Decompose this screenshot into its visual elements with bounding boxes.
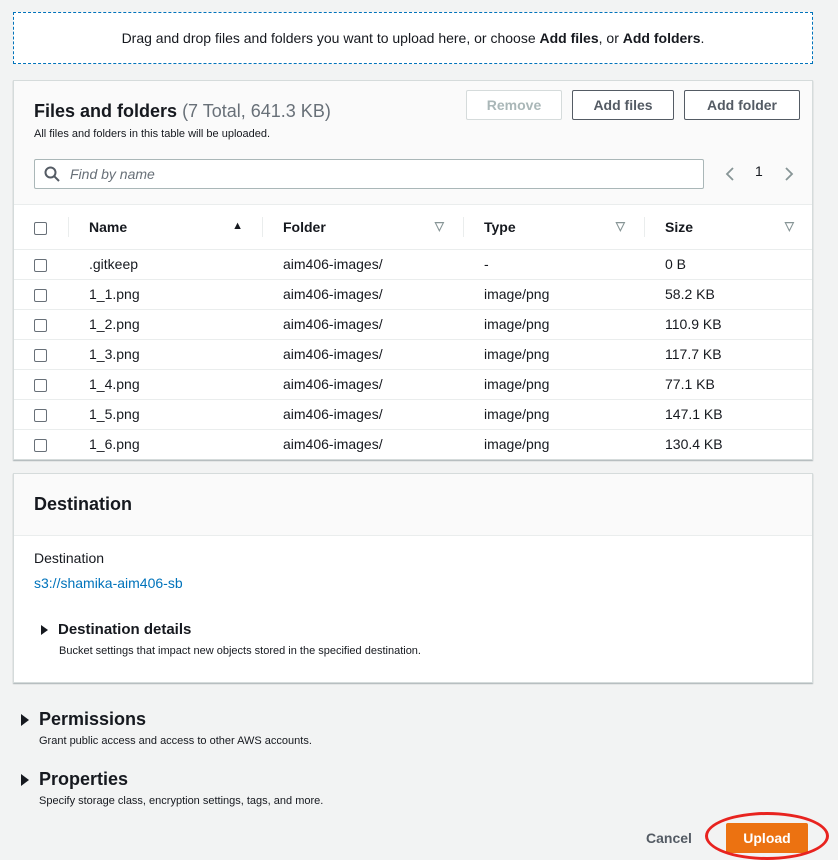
table-row[interactable]: 1_2.png aim406-images/ image/png 110.9 K… (14, 309, 812, 339)
file-type: image/png (484, 346, 550, 362)
file-size: 58.2 KB (665, 286, 715, 302)
destination-header: Destination (14, 474, 812, 536)
table-row[interactable]: .gitkeep aim406-images/ - 0 B (14, 249, 812, 279)
file-name: 1_4.png (89, 376, 140, 392)
file-name: .gitkeep (89, 256, 139, 272)
file-size: 0 B (665, 256, 687, 272)
destination-label: Destination (34, 550, 105, 566)
search-box[interactable] (34, 159, 704, 189)
row-checkbox[interactable] (34, 288, 47, 302)
table-header-row: Name ▲ Folder ▽ Type ▽ Size ▽ (14, 205, 812, 250)
properties-desc: Specify storage class, encryption settin… (39, 795, 324, 807)
table-row[interactable]: 1_6.png aim406-images/ image/png 130.4 K… (14, 429, 812, 459)
chevron-left-icon[interactable] (724, 167, 736, 181)
file-folder: aim406-images/ (283, 316, 383, 332)
file-name: 1_5.png (89, 406, 140, 422)
properties-toggle[interactable]: Properties (21, 769, 128, 790)
file-name: 1_3.png (89, 346, 140, 362)
file-folder: aim406-images/ (283, 406, 383, 422)
file-type: image/png (484, 286, 550, 302)
file-folder: aim406-images/ (283, 376, 383, 392)
drop-zone-text: Drag and drop files and folders you want… (121, 30, 705, 46)
file-name: 1_6.png (89, 436, 140, 453)
files-title: Files and folders (7 Total, 641.3 KB) (34, 101, 331, 121)
caret-right-icon (21, 773, 29, 786)
row-checkbox[interactable] (34, 439, 47, 453)
table-row[interactable]: 1_5.png aim406-images/ image/png 147.1 K… (14, 399, 812, 429)
table-row[interactable]: 1_3.png aim406-images/ image/png 117.7 K… (14, 339, 812, 369)
search-icon (44, 166, 60, 182)
file-type: image/png (484, 436, 550, 453)
file-size: 147.1 KB (665, 406, 723, 422)
file-type: image/png (484, 406, 550, 422)
files-and-folders-panel: Files and folders (7 Total, 641.3 KB) Al… (13, 80, 813, 460)
row-checkbox[interactable] (34, 258, 47, 272)
destination-panel: Destination Destination s3://shamika-aim… (13, 473, 813, 683)
table-row[interactable]: 1_1.png aim406-images/ image/png 58.2 KB (14, 279, 812, 309)
file-size: 110.9 KB (665, 316, 722, 332)
upload-button[interactable]: Upload (726, 823, 808, 853)
select-all-checkbox[interactable] (34, 221, 47, 235)
sort-ascending-icon: ▲ (232, 220, 243, 232)
file-folder: aim406-images/ (283, 346, 383, 362)
caret-right-icon (21, 713, 29, 726)
column-header-type[interactable]: Type ▽ (464, 205, 645, 250)
sort-icon: ▽ (784, 219, 794, 233)
table-row[interactable]: 1_4.png aim406-images/ image/png 77.1 KB (14, 369, 812, 399)
remove-button[interactable]: Remove (466, 90, 562, 120)
row-checkbox[interactable] (34, 348, 47, 362)
file-size: 130.4 KB (665, 436, 723, 453)
row-checkbox[interactable] (34, 408, 47, 422)
select-all-cell (14, 205, 69, 250)
file-name: 1_2.png (89, 316, 140, 332)
file-type: image/png (484, 376, 550, 392)
sort-icon: ▽ (615, 219, 625, 233)
destination-link[interactable]: s3://shamika-aim406-sb (34, 575, 183, 591)
chevron-right-icon[interactable] (783, 167, 795, 181)
file-name: 1_1.png (89, 286, 140, 302)
file-folder: aim406-images/ (283, 436, 383, 453)
column-header-size[interactable]: Size ▽ (645, 205, 812, 250)
column-header-folder[interactable]: Folder ▽ (263, 205, 464, 250)
add-files-button[interactable]: Add files (572, 90, 674, 120)
files-count: (7 Total, 641.3 KB) (182, 101, 331, 121)
caret-right-icon (41, 624, 48, 635)
drop-zone[interactable]: Drag and drop files and folders you want… (13, 12, 813, 64)
file-size: 77.1 KB (665, 376, 715, 392)
add-folder-button[interactable]: Add folder (684, 90, 800, 120)
column-header-name[interactable]: Name ▲ (69, 205, 263, 250)
file-type: - (484, 256, 489, 272)
permissions-desc: Grant public access and access to other … (39, 735, 312, 747)
permissions-toggle[interactable]: Permissions (21, 709, 146, 730)
search-input[interactable] (70, 166, 670, 182)
files-subtitle: All files and folders in this table will… (34, 128, 271, 140)
file-folder: aim406-images/ (283, 256, 383, 272)
destination-details-desc: Bucket settings that impact new objects … (59, 645, 421, 657)
destination-details-toggle[interactable]: Destination details (41, 621, 191, 638)
files-table: Name ▲ Folder ▽ Type ▽ Size ▽ .gitkeep a… (14, 205, 812, 459)
file-type: image/png (484, 316, 550, 332)
file-size: 117.7 KB (665, 346, 722, 362)
cancel-button[interactable]: Cancel (636, 823, 702, 853)
sort-icon: ▽ (434, 219, 444, 233)
row-checkbox[interactable] (34, 318, 47, 332)
file-folder: aim406-images/ (283, 286, 383, 302)
files-panel-header: Files and folders (7 Total, 641.3 KB) Al… (14, 81, 812, 205)
page-number[interactable]: 1 (755, 163, 763, 179)
row-checkbox[interactable] (34, 378, 47, 392)
